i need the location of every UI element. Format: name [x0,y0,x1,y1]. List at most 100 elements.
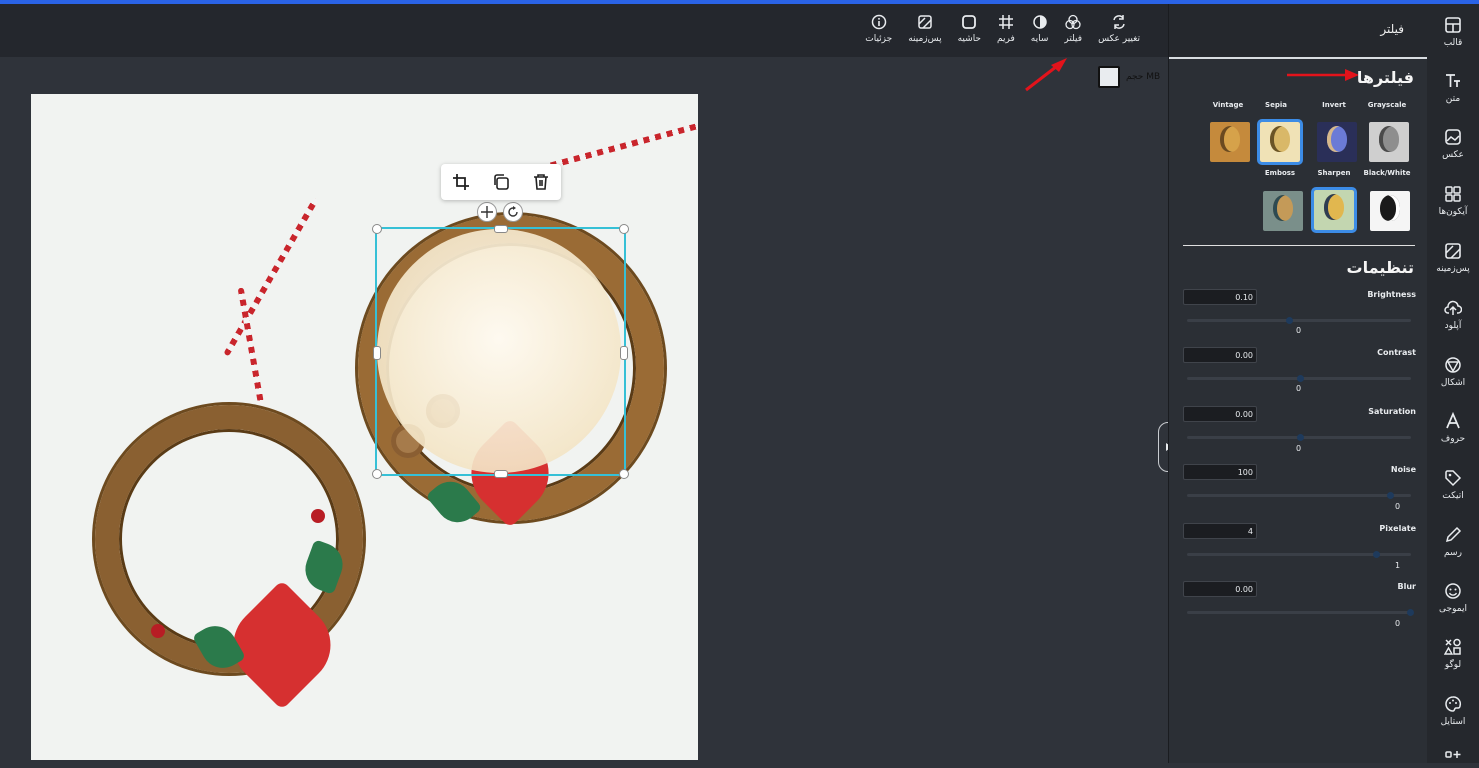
resize-handle-bottom-right[interactable] [619,469,629,479]
toolbar-details-button[interactable]: جزئیات [857,8,900,44]
sidebar-item-label: استایل [1440,717,1466,727]
sidebar-item-text[interactable]: متن [1427,72,1479,104]
toolbar-label: تغییر عکس [1098,34,1140,44]
slider-knob[interactable] [1297,375,1304,382]
sidebar-item-label: لوگو [1444,660,1462,670]
slider-label: Noise [1390,465,1416,474]
section-divider [1183,245,1415,246]
slider-value: 0 [1395,619,1401,628]
berry [311,509,325,523]
filter-label: Invert [1322,101,1346,109]
slider-knob[interactable] [1373,551,1380,558]
background-icon [1445,243,1461,259]
slider-value: 0 [1395,502,1401,511]
toolbar-border-button[interactable]: حاشیه [950,8,989,44]
toolbar-background-button[interactable]: پس‌زمینه [900,8,949,44]
resize-handle-top-right[interactable] [619,224,629,234]
noise-input[interactable]: 100 [1183,464,1257,480]
resize-handle-top[interactable] [494,225,508,233]
sidebar-item-shapes[interactable]: اشکال [1427,356,1479,388]
sidebar-item-icons[interactable]: آیکون‌ها [1427,185,1479,217]
sidebar-item-sticker[interactable]: اتیکت [1427,469,1479,501]
filter-vintage-thumb[interactable] [1210,122,1250,162]
annotation-arrow-icon [1287,69,1359,81]
balloon-image [1380,195,1400,221]
sidebar-item-style[interactable]: استایل [1427,695,1479,727]
balloon-image [1220,126,1240,152]
filter-sharpen-thumb[interactable] [1311,187,1357,233]
filter-sepia-thumb[interactable] [1257,119,1303,165]
sidebar-item-label: اشکال [1440,378,1466,388]
resize-handle-right[interactable] [620,346,628,360]
brightness-slider[interactable] [1187,317,1411,324]
toolbar-shadow-button[interactable]: سایه [1023,8,1057,44]
sidebar-item-logo[interactable]: لوگو [1427,638,1479,670]
toolbar-replace-image-button[interactable]: تغییر عکس [1090,8,1148,44]
sidebar-item-upload[interactable]: آپلود [1427,299,1479,331]
element-context-toolbar [441,164,561,200]
frame-icon [998,15,1013,29]
balloon-image [1270,126,1290,152]
contrast-slider[interactable] [1187,375,1411,382]
icons-icon [1445,186,1461,202]
shadow-icon [1032,15,1047,29]
image-icon [1445,129,1461,145]
sidebar-item-more[interactable] [1427,750,1479,768]
design-canvas[interactable] [31,94,698,760]
trash-icon[interactable] [532,173,550,191]
slider-value: 1 [1395,561,1401,570]
sidebar-item-image[interactable]: عکس [1427,128,1479,160]
slider-knob[interactable] [1407,609,1414,616]
pixelate-slider[interactable] [1187,551,1411,558]
sidebar-item-label: قالب [1443,38,1463,48]
brightness-input[interactable]: 0.10 [1183,289,1257,305]
sidebar-item-template[interactable]: قالب [1427,16,1479,48]
sidebar-item-label: پس‌زمینه [1436,264,1470,274]
sidebar-item-letters[interactable]: حروف [1427,412,1479,444]
annotation-arrow-icon [1025,58,1067,92]
filters-title: فیلترها [1356,68,1414,87]
slider-label: Contrast [1377,348,1416,357]
slider-label: Saturation [1368,407,1416,416]
filter-black-white-thumb[interactable] [1370,191,1410,231]
balloon-image [1327,126,1347,152]
pixelate-input[interactable]: 4 [1183,523,1257,539]
slider-knob[interactable] [1297,434,1304,441]
slider-knob[interactable] [1286,317,1293,324]
selection-box[interactable] [372,224,629,479]
template-icon [1445,17,1461,33]
move-icon[interactable] [477,202,497,222]
toolbar-frame-button[interactable]: فریم [989,8,1023,44]
resize-handle-top-left[interactable] [372,224,382,234]
saturation-slider[interactable] [1187,434,1411,441]
blur-input[interactable]: 0.00 [1183,581,1257,597]
toolbar-filter-button[interactable]: فیلتر [1056,8,1090,44]
sidebar-item-background[interactable]: پس‌زمینه [1427,242,1479,274]
slider-knob[interactable] [1387,492,1394,499]
noise-slider[interactable] [1187,492,1411,499]
crop-icon[interactable] [452,173,470,191]
resize-handle-bottom-left[interactable] [372,469,382,479]
sidebar-item-label: حروف [1440,434,1466,444]
resize-handle-bottom[interactable] [494,470,508,478]
sidebar-item-emoji[interactable]: ایموجی [1427,582,1479,614]
contrast-input[interactable]: 0.00 [1183,347,1257,363]
sidebar-item-label: رسم [1444,548,1462,558]
filter-emboss-thumb[interactable] [1263,191,1303,231]
duplicate-icon[interactable] [492,173,510,191]
toolbar-tools: جزئیات پس‌زمینه حاشیه فریم سایه فیلتر تغ… [857,8,1148,44]
resize-handle-left[interactable] [373,346,381,360]
letters-icon [1446,412,1460,429]
emoji-icon [1445,583,1461,599]
filter-grayscale-thumb[interactable] [1369,122,1409,162]
rotate-icon[interactable] [503,202,523,222]
selection-controls [477,202,523,222]
slider-value: 0 [1296,444,1302,453]
filter-invert-thumb[interactable] [1317,122,1357,162]
sidebar-item-label: ایموجی [1439,604,1467,614]
saturation-input[interactable]: 0.00 [1183,406,1257,422]
blur-slider[interactable] [1187,609,1414,616]
border-icon [962,15,977,29]
balloon-image [1273,195,1293,221]
sidebar-item-draw[interactable]: رسم [1427,526,1479,558]
